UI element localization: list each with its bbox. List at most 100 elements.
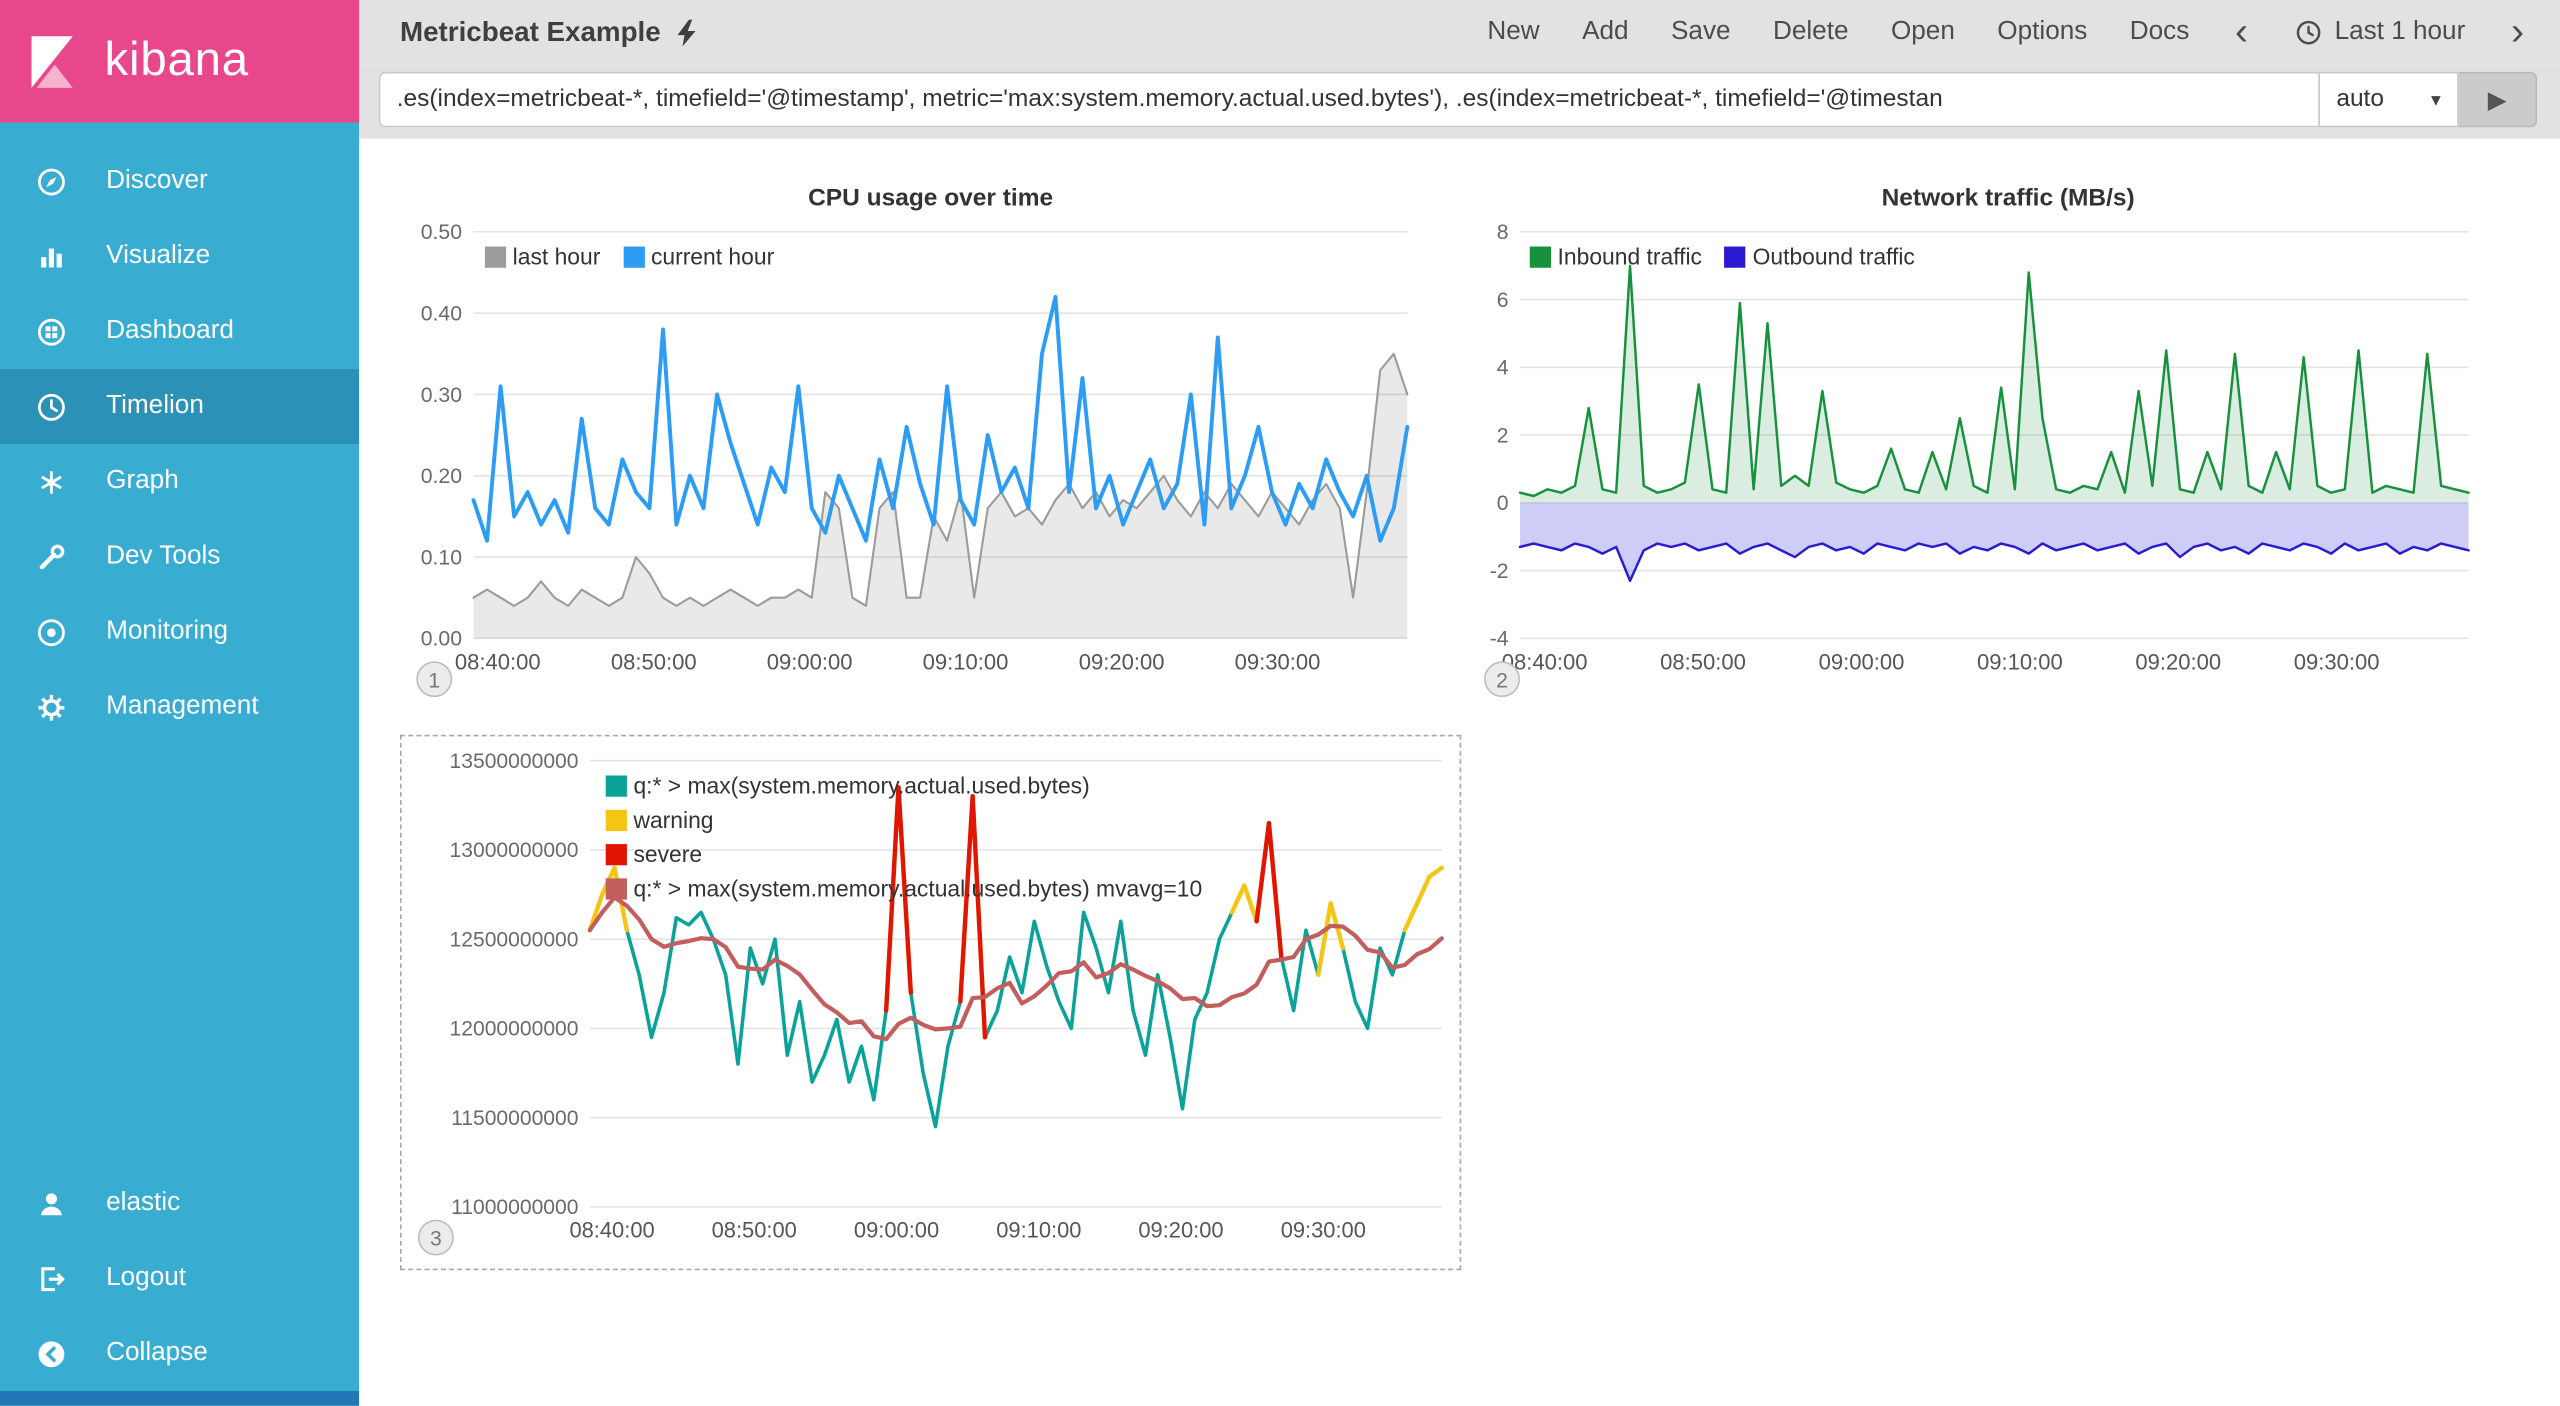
legend-label: Outbound traffic [1753,243,1915,269]
legend-item[interactable]: severe [606,841,1202,867]
interval-select[interactable]: auto ▾ [2318,71,2458,127]
eye-icon [36,616,67,647]
sidebar-item-collapse[interactable]: Collapse [0,1316,359,1391]
sidebar-bottom: elastic Logout Collapse [0,1166,359,1391]
legend-item[interactable]: Inbound traffic [1530,243,1702,269]
sidebar-item-dashboard[interactable]: Dashboard [0,294,359,369]
sidebar-item-label: Logout [106,1264,186,1293]
new-button[interactable]: New [1487,18,1539,47]
main-content: Metricbeat Example New Add Save Delete O… [359,0,2560,1406]
compass-icon [36,166,67,197]
gear-icon [36,691,67,722]
cpu-usage-chart[interactable]: CPU usage over time 0.000.100.200.300.40… [400,171,1461,710]
svg-text:0: 0 [1497,492,1509,515]
sidebar-item-label: Management [106,692,258,721]
svg-text:6: 6 [1497,289,1509,312]
svg-text:4: 4 [1497,357,1509,380]
legend-swatch-icon [606,809,627,830]
legend-label: current hour [651,243,774,269]
legend-item[interactable]: q:* > max(system.memory.actual.used.byte… [606,772,1202,798]
legend-item[interactable]: last hour [485,243,600,269]
legend-label: last hour [513,243,601,269]
svg-text:09:20:00: 09:20:00 [1079,649,1165,674]
legend-item[interactable]: warning [606,807,1202,833]
svg-text:12000000000: 12000000000 [450,1018,579,1041]
username-label: elastic [106,1189,180,1218]
svg-text:09:30:00: 09:30:00 [1281,1218,1366,1243]
svg-text:12500000000: 12500000000 [450,928,579,951]
legend-label: q:* > max(system.memory.actual.used.byte… [633,772,1089,798]
sidebar-bottom-strip [0,1391,359,1406]
delete-button[interactable]: Delete [1773,18,1849,47]
sidebar-item-label: Discover [106,167,208,196]
run-expression-button[interactable]: ▶ [2459,71,2537,127]
svg-text:08:40:00: 08:40:00 [569,1218,654,1243]
sidebar-item-label: Graph [106,467,179,496]
docs-button[interactable]: Docs [2130,18,2190,47]
legend-swatch-icon [1530,246,1551,267]
svg-text:11500000000: 11500000000 [451,1107,578,1130]
legend-swatch-icon [606,843,627,864]
legend-swatch-icon [1725,246,1746,267]
save-button[interactable]: Save [1671,18,1731,47]
svg-text:0.10: 0.10 [421,546,462,569]
sidebar-item-visualize[interactable]: Visualize [0,219,359,294]
time-forward-button[interactable]: › [2508,20,2528,46]
memory-usage-chart[interactable]: 1100000000011500000000120000000001250000… [400,735,1461,1271]
kibana-logo-icon [23,30,85,92]
sidebar-item-label: Dev Tools [106,542,220,571]
chart-index-badge: 3 [418,1220,454,1256]
svg-text:-4: -4 [1490,628,1509,651]
svg-text:0.50: 0.50 [421,221,462,244]
network-traffic-chart[interactable]: Network traffic (MB/s) -4-20246808:40:00… [1478,171,2539,710]
legend-swatch-icon [606,878,627,899]
sidebar-item-logout[interactable]: Logout [0,1241,359,1316]
lightning-icon [675,19,696,47]
svg-text:0.30: 0.30 [421,384,462,407]
legend-swatch-icon [485,246,506,267]
svg-text:0.40: 0.40 [421,302,462,325]
legend-label: Inbound traffic [1558,243,1702,269]
kibana-app: kibana Discover Visualize [0,0,2560,1406]
graph-icon [36,466,67,497]
svg-text:09:10:00: 09:10:00 [996,1218,1081,1243]
sidebar-item-discover[interactable]: Discover [0,144,359,219]
sidebar-item-dev-tools[interactable]: Dev Tools [0,519,359,594]
clock-icon [2294,18,2323,47]
sidebar-item-monitoring[interactable]: Monitoring [0,594,359,669]
legend-label: warning [633,807,713,833]
svg-text:09:10:00: 09:10:00 [923,649,1009,674]
sidebar-item-label: Visualize [106,242,210,271]
sidebar: kibana Discover Visualize [0,0,359,1406]
collapse-icon [36,1338,67,1369]
open-button[interactable]: Open [1891,18,1955,47]
timelion-expression-input[interactable] [379,71,2319,127]
time-range-label: Last 1 hour [2335,18,2466,47]
bar-chart-icon [36,241,67,272]
legend-swatch-icon [623,246,644,267]
svg-text:08:50:00: 08:50:00 [1660,649,1746,674]
sidebar-item-graph[interactable]: Graph [0,444,359,519]
wrench-icon [36,541,67,572]
options-button[interactable]: Options [1997,18,2087,47]
chart-index-badge: 1 [416,661,452,697]
svg-text:0.20: 0.20 [421,465,462,488]
kibana-logo[interactable]: kibana [0,0,359,122]
sidebar-item-label: Monitoring [106,617,228,646]
svg-text:08:40:00: 08:40:00 [455,649,541,674]
legend-item[interactable]: q:* > max(system.memory.actual.used.byte… [606,875,1202,901]
sidebar-item-user[interactable]: elastic [0,1166,359,1241]
legend-item[interactable]: Outbound traffic [1725,243,1915,269]
add-button[interactable]: Add [1582,18,1628,47]
time-picker-button[interactable]: Last 1 hour [2294,18,2466,47]
topbar: Metricbeat Example New Add Save Delete O… [359,0,2560,65]
sidebar-item-label: Timelion [106,392,204,421]
sidebar-item-timelion[interactable]: Timelion [0,369,359,444]
time-back-button[interactable]: ‹ [2232,20,2252,46]
svg-text:09:20:00: 09:20:00 [1138,1218,1223,1243]
legend-swatch-icon [606,775,627,796]
svg-text:2: 2 [1497,424,1509,447]
sidebar-item-label: Dashboard [106,317,234,346]
sidebar-item-management[interactable]: Management [0,669,359,744]
legend-item[interactable]: current hour [623,243,774,269]
